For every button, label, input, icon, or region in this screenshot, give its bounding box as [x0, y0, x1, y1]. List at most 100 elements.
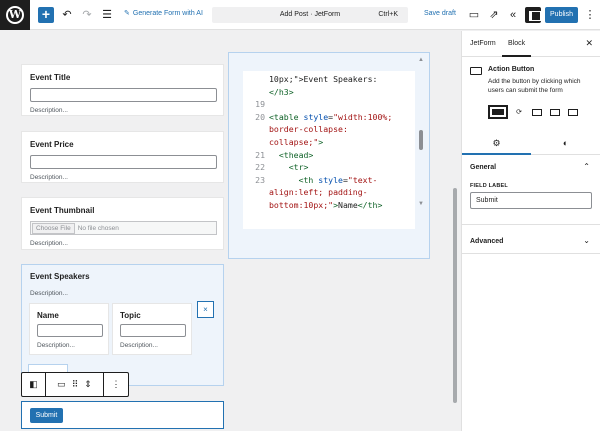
style-option-refresh-icon[interactable]: ⟳ [512, 107, 526, 117]
canvas-scrollbar[interactable] [452, 33, 458, 431]
code-text: align:left; padding- [269, 187, 368, 198]
block-description: Add the button by clicking which users c… [488, 78, 581, 94]
redo-icon[interactable]: ↷ [80, 8, 94, 22]
save-draft-button[interactable]: Save draft [424, 10, 456, 17]
html-code-block[interactable]: 10px;">Event Speakers: </h3> 19 20 <table st… [228, 52, 430, 259]
line-number: 21 [255, 149, 265, 160]
move-up-down-icon[interactable]: ⇕ [84, 379, 92, 390]
generate-form-ai-label: Generate Form with AI [132, 9, 203, 17]
style-option-page-icon[interactable] [566, 107, 580, 117]
scrollbar-thumb[interactable] [453, 188, 457, 403]
document-overview-icon[interactable]: ☰ [100, 8, 114, 22]
line-number: 22 [255, 162, 265, 173]
line-number: 19 [255, 99, 265, 110]
divider [462, 224, 600, 225]
panel-tabs: ⚙ ◐ [462, 131, 600, 155]
sidebar-tabs: JetForm Block ✕ [462, 31, 600, 57]
panel-advanced-title[interactable]: Advanced [470, 238, 503, 245]
field-description: Description... [30, 174, 68, 181]
publish-button[interactable]: Publish [545, 7, 578, 23]
field-event-title[interactable]: Event Title Description... [21, 64, 224, 116]
code-text: <tr> [269, 162, 309, 173]
block-styles: ⟳ [488, 105, 580, 119]
shortcut-hint: Ctrl+K [378, 11, 398, 18]
generate-form-ai-button[interactable]: ✎ Generate Form with AI [124, 9, 203, 18]
parent-block-icon[interactable]: ◧ [22, 373, 46, 396]
repeater-field-topic[interactable]: Topic Description... [112, 303, 192, 355]
line-number: 20 [255, 111, 265, 122]
field-description: Description... [120, 342, 158, 349]
settings-sidebar: JetForm Block ✕ Action Button Add the bu… [461, 31, 600, 431]
settings-gear-icon[interactable]: ⚙ [462, 131, 531, 155]
scrollbar-thumb[interactable] [419, 130, 423, 150]
action-button-block-icon [470, 67, 482, 75]
code-text: </h3> [269, 86, 294, 97]
scroll-down-icon[interactable]: ▼ [417, 201, 425, 207]
code-text: bottom:10px;">Name</th> [269, 200, 383, 210]
undo-icon[interactable]: ↶ [60, 8, 74, 22]
field-label: Event Price [30, 140, 74, 149]
drag-handle-icon[interactable]: ⠿ [72, 379, 79, 390]
style-option-button[interactable] [488, 105, 508, 119]
style-option-prev-icon[interactable] [548, 107, 562, 117]
tab-jetform[interactable]: JetForm [470, 31, 496, 57]
code-text: <thead> [269, 149, 314, 160]
line-number: 23 [255, 174, 265, 185]
repeater-field-name[interactable]: Name Description... [29, 303, 109, 355]
chevron-down-icon[interactable]: ⌄ [583, 236, 590, 245]
choose-file-button[interactable]: Choose File [32, 222, 75, 234]
command-palette-bar[interactable]: Add Post · JetForm Ctrl+K [212, 7, 408, 23]
field-description: Description... [30, 240, 68, 247]
options-menu-icon[interactable]: ⋮ [583, 8, 597, 22]
field-event-price[interactable]: Event Price Description... [21, 131, 224, 183]
submit-block[interactable]: Submit [21, 401, 224, 429]
repeater-label: Event Speakers [30, 272, 90, 281]
chevron-up-icon[interactable]: ⌃ [583, 162, 590, 171]
panel-general-title[interactable]: General [470, 164, 496, 171]
field-label: Event Thumbnail [30, 206, 95, 215]
no-file-text: No file chosen [77, 224, 119, 232]
sparkle-icon: ✎ [124, 10, 130, 17]
add-block-button[interactable]: + [38, 7, 54, 23]
code-text: <table style="width:100%; [269, 111, 393, 122]
divider [462, 253, 600, 254]
code-text: <th style="text- [269, 174, 378, 185]
text-input[interactable] [30, 88, 217, 102]
remove-row-button[interactable]: × [197, 301, 214, 318]
button-block-icon: ▭ [57, 379, 66, 389]
settings-sidebar-toggle[interactable] [525, 7, 541, 23]
collapse-icon[interactable]: « [506, 8, 520, 22]
field-description: Description... [37, 342, 75, 349]
field-label: Topic [120, 311, 141, 320]
field-label-input[interactable]: Submit [470, 192, 592, 209]
wordpress-logo-icon[interactable]: W [0, 0, 30, 30]
repeater-description: Description... [30, 290, 68, 297]
text-input[interactable] [120, 324, 186, 337]
block-options-icon[interactable]: ⋮ [104, 373, 128, 396]
code-text: 10px;">Event Speakers: [269, 74, 378, 84]
field-label: Event Title [30, 73, 71, 82]
text-input[interactable] [30, 155, 217, 169]
text-input[interactable] [37, 324, 103, 337]
submit-button[interactable]: Submit [30, 408, 63, 423]
scroll-up-icon[interactable]: ▲ [417, 57, 425, 63]
code-editor[interactable]: 10px;">Event Speakers: </h3> 19 20 <table st… [243, 71, 415, 229]
block-type-switcher[interactable]: ▭ ⠿ ⇕ [46, 373, 104, 396]
field-label-caption: FIELD LABEL [470, 183, 508, 189]
block-title: Action Button [488, 66, 535, 73]
style-option-next-icon[interactable] [530, 107, 544, 117]
field-description: Description... [30, 107, 68, 114]
field-label: Name [37, 311, 59, 320]
block-toolbar: ◧ ▭ ⠿ ⇕ ⋮ [21, 372, 129, 397]
code-text: collapse;"> [269, 137, 324, 147]
tab-block[interactable]: Block [501, 31, 532, 57]
code-text: border-collapse: [269, 124, 348, 135]
preview-icon[interactable]: ▭ [467, 8, 481, 22]
styles-half-circle-icon[interactable]: ◐ [531, 131, 600, 155]
close-icon[interactable]: ✕ [585, 38, 593, 49]
top-toolbar: W + ↶ ↷ ☰ ✎ Generate Form with AI Add Po… [0, 0, 600, 30]
view-post-icon[interactable]: ⇗ [487, 8, 501, 22]
code-scrollbar[interactable]: ▲ ▼ [417, 57, 425, 207]
file-input[interactable]: Choose File No file chosen [30, 221, 217, 235]
field-event-thumbnail[interactable]: Event Thumbnail Choose File No file chos… [21, 197, 224, 250]
